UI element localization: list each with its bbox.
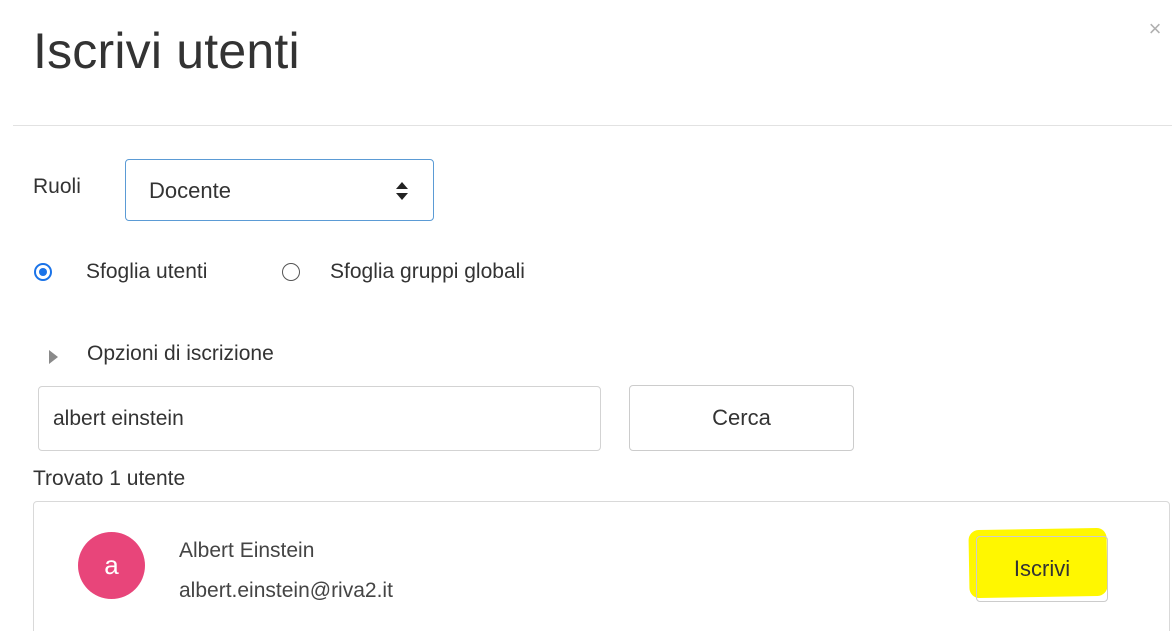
caret-right-icon bbox=[49, 350, 58, 364]
close-icon[interactable]: × bbox=[1144, 18, 1166, 40]
enrol-users-dialog: Iscrivi utenti × Ruoli Docente Sfoglia u… bbox=[0, 0, 1172, 631]
enrol-button[interactable]: Iscrivi bbox=[976, 536, 1108, 602]
radio-browse-users[interactable] bbox=[34, 263, 52, 281]
enrol-options-label: Opzioni di iscrizione bbox=[87, 342, 274, 365]
radio-browse-global-groups-label[interactable]: Sfoglia gruppi globali bbox=[330, 260, 525, 284]
radio-browse-global-groups[interactable] bbox=[282, 263, 300, 281]
search-button[interactable]: Cerca bbox=[629, 385, 854, 451]
roles-select[interactable]: Docente bbox=[125, 159, 434, 221]
dialog-title: Iscrivi utenti bbox=[33, 23, 300, 79]
user-result-card: a Albert Einstein albert.einstein@riva2.… bbox=[33, 501, 1170, 631]
avatar: a bbox=[78, 532, 145, 599]
header-divider bbox=[13, 125, 1172, 126]
roles-label: Ruoli bbox=[33, 175, 81, 198]
sort-arrows-icon bbox=[396, 182, 408, 200]
user-name: Albert Einstein bbox=[179, 539, 315, 562]
search-input[interactable] bbox=[38, 386, 601, 451]
roles-select-value: Docente bbox=[149, 178, 231, 203]
user-email: albert.einstein@riva2.it bbox=[179, 579, 393, 602]
results-summary: Trovato 1 utente bbox=[33, 467, 186, 490]
radio-browse-users-label[interactable]: Sfoglia utenti bbox=[86, 260, 207, 284]
